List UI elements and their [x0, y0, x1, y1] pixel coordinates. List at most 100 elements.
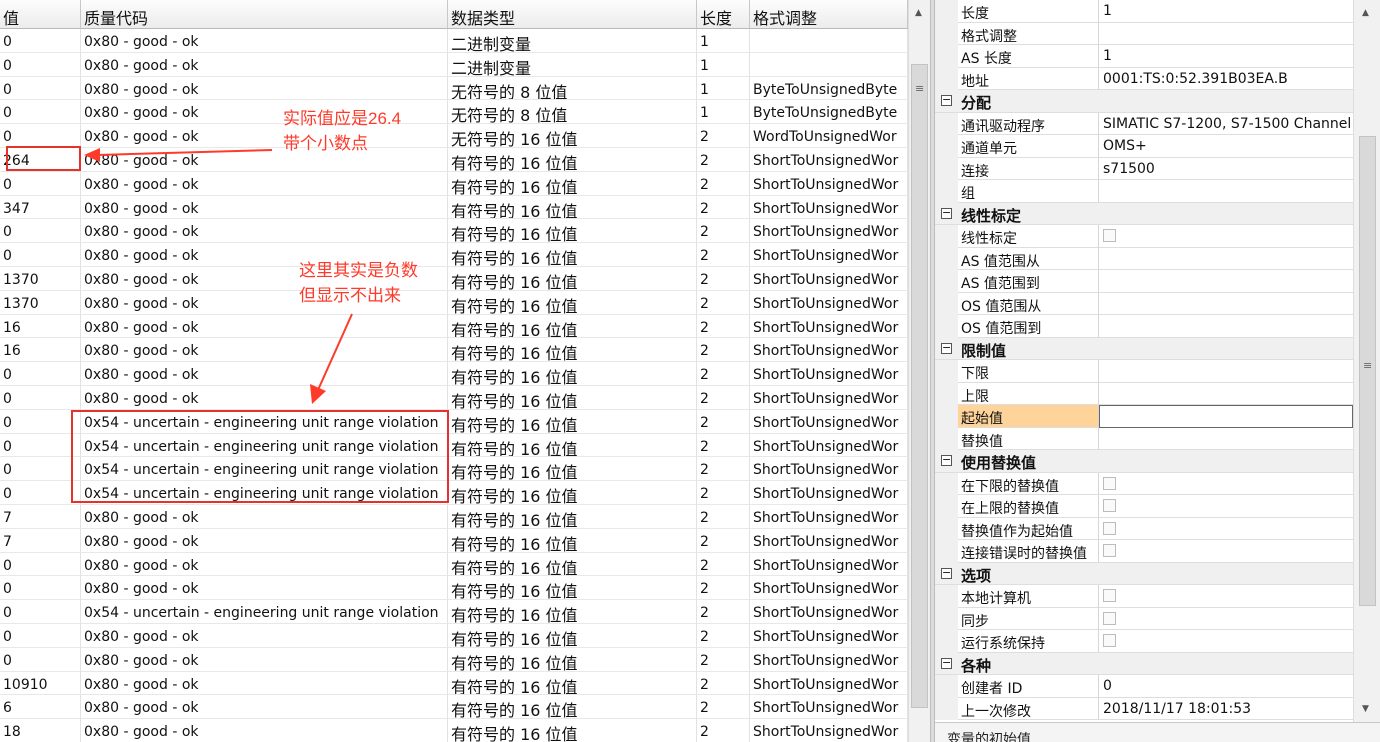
- property-row[interactable]: 在下限的替换值: [935, 472, 1353, 495]
- collapse-icon[interactable]: −: [941, 342, 952, 354]
- property-value[interactable]: [1099, 315, 1353, 338]
- property-row[interactable]: 长度 1: [935, 0, 1353, 23]
- properties-scroll-thumb[interactable]: ≡: [1359, 136, 1376, 606]
- property-checkbox[interactable]: [1103, 229, 1116, 242]
- property-row[interactable]: AS 值范围到: [935, 270, 1353, 293]
- property-name: 连接错误时的替换值: [958, 540, 1099, 563]
- property-row[interactable]: 本地计算机: [935, 585, 1353, 608]
- property-checkbox-cell[interactable]: [1099, 473, 1353, 495]
- property-value[interactable]: 0001:TS:0:52.391B03EA.B: [1099, 68, 1353, 90]
- property-value[interactable]: 1: [1099, 0, 1353, 23]
- collapse-icon[interactable]: −: [941, 567, 952, 579]
- property-value[interactable]: [1099, 383, 1353, 405]
- property-checkbox-cell[interactable]: [1099, 630, 1353, 653]
- property-value[interactable]: [1099, 180, 1353, 203]
- collapse-icon[interactable]: −: [941, 657, 952, 669]
- property-section[interactable]: − 选项: [935, 562, 1353, 585]
- property-section[interactable]: − 分配: [935, 90, 1353, 113]
- property-row[interactable]: 下限: [935, 360, 1353, 383]
- property-row[interactable]: 替换值作为起始值: [935, 517, 1353, 540]
- property-row[interactable]: AS 长度 1: [935, 45, 1353, 68]
- property-checkbox-cell[interactable]: [1099, 608, 1353, 630]
- property-checkbox[interactable]: [1103, 634, 1116, 647]
- property-name: 线性标定: [958, 225, 1099, 248]
- property-value[interactable]: OMS+: [1099, 135, 1353, 158]
- property-row[interactable]: 组: [935, 180, 1353, 203]
- property-checkbox[interactable]: [1103, 544, 1116, 557]
- property-name: 替换值: [958, 427, 1099, 450]
- property-row[interactable]: 线性标定: [935, 225, 1353, 248]
- annotation-arrows: [84, 148, 353, 404]
- collapse-icon[interactable]: −: [941, 94, 952, 106]
- property-value[interactable]: 0: [1099, 675, 1353, 698]
- property-value[interactable]: 1: [1099, 45, 1353, 68]
- properties-panel: 长度 1 格式调整 AS 长度 1 地址 0001:TS:0:52.391B03EA.B − 分…: [935, 0, 1380, 742]
- property-value[interactable]: SIMATIC S7-1200, S7-1500 Channel: [1099, 113, 1353, 135]
- property-value[interactable]: [1099, 428, 1353, 450]
- property-row[interactable]: 格式调整: [935, 22, 1353, 45]
- arrow-line-decimal: [96, 149, 273, 156]
- property-row[interactable]: 起始值: [935, 405, 1353, 428]
- property-name: 通道单元: [958, 135, 1099, 158]
- property-section-title: 线性标定: [961, 206, 1022, 225]
- property-checkbox-cell[interactable]: [1099, 495, 1353, 518]
- property-gutter: [935, 22, 958, 45]
- property-checkbox[interactable]: [1103, 499, 1116, 512]
- property-gutter: [935, 585, 958, 608]
- property-section[interactable]: − 各种: [935, 652, 1353, 675]
- property-row[interactable]: AS 值范围从: [935, 247, 1353, 270]
- property-section[interactable]: − 限制值: [935, 337, 1353, 360]
- property-value[interactable]: [1099, 293, 1353, 315]
- property-row[interactable]: 地址 0001:TS:0:52.391B03EA.B: [935, 67, 1353, 90]
- property-row[interactable]: 同步: [935, 607, 1353, 630]
- property-row[interactable]: OS 值范围到: [935, 315, 1353, 338]
- property-name: 地址: [958, 67, 1099, 90]
- property-section-title: 限制值: [961, 341, 1007, 360]
- arrow-head-decimal: [84, 148, 100, 162]
- property-row[interactable]: 上限: [935, 382, 1353, 405]
- property-checkbox[interactable]: [1103, 521, 1116, 535]
- property-row[interactable]: 连接 s71500: [935, 157, 1353, 180]
- property-gutter: [935, 180, 958, 203]
- property-row[interactable]: 替换值: [935, 427, 1353, 450]
- collapse-icon[interactable]: −: [941, 207, 952, 219]
- property-section-title: 使用替换值: [961, 454, 1037, 472]
- property-name: 在下限的替换值: [958, 472, 1099, 495]
- properties-vertical-scrollbar[interactable]: ▲ ≡ ▼: [1353, 0, 1380, 722]
- property-value[interactable]: [1099, 248, 1353, 270]
- property-checkbox[interactable]: [1103, 476, 1116, 490]
- property-gutter: [935, 157, 958, 180]
- property-row[interactable]: 连接错误时的替换值: [935, 540, 1353, 563]
- property-value[interactable]: s71500: [1099, 158, 1353, 180]
- property-name: 替换值作为起始值: [958, 517, 1099, 540]
- property-value[interactable]: [1099, 405, 1353, 428]
- property-value[interactable]: [1099, 23, 1353, 45]
- property-value[interactable]: [1099, 360, 1353, 383]
- property-name: 运行系统保持: [958, 630, 1099, 653]
- property-section[interactable]: − 线性标定: [935, 202, 1353, 225]
- property-checkbox-cell[interactable]: [1099, 518, 1353, 540]
- property-gutter: [935, 112, 958, 135]
- scroll-up-arrow-icon[interactable]: ▲: [1362, 8, 1369, 18]
- property-row[interactable]: 在上限的替换值: [935, 495, 1353, 518]
- property-value[interactable]: [1099, 270, 1353, 293]
- property-row[interactable]: 通道单元 OMS+: [935, 135, 1353, 158]
- property-gutter: [935, 67, 958, 90]
- property-value[interactable]: 2018/11/17 18:01:53: [1099, 698, 1353, 720]
- property-name: 上一次修改: [958, 697, 1099, 720]
- property-row[interactable]: 运行系统保持: [935, 630, 1353, 653]
- property-row[interactable]: 通讯驱动程序 SIMATIC S7-1200, S7-1500 Channel: [935, 112, 1353, 135]
- property-gutter: [935, 0, 958, 23]
- property-row[interactable]: OS 值范围从: [935, 292, 1353, 315]
- property-checkbox-cell[interactable]: [1099, 585, 1353, 608]
- property-checkbox-cell[interactable]: [1099, 540, 1353, 563]
- property-checkbox[interactable]: [1103, 589, 1116, 602]
- property-checkbox[interactable]: [1103, 611, 1116, 625]
- property-row[interactable]: 创建者 ID 0: [935, 675, 1353, 698]
- property-section-title: 分配: [961, 94, 992, 112]
- scroll-down-arrow-icon[interactable]: ▼: [1362, 704, 1369, 714]
- property-section[interactable]: − 使用替换值: [935, 450, 1353, 473]
- collapse-icon[interactable]: −: [941, 454, 952, 466]
- property-checkbox-cell[interactable]: [1099, 225, 1353, 248]
- property-row[interactable]: 上一次修改 2018/11/17 18:01:53: [935, 697, 1353, 720]
